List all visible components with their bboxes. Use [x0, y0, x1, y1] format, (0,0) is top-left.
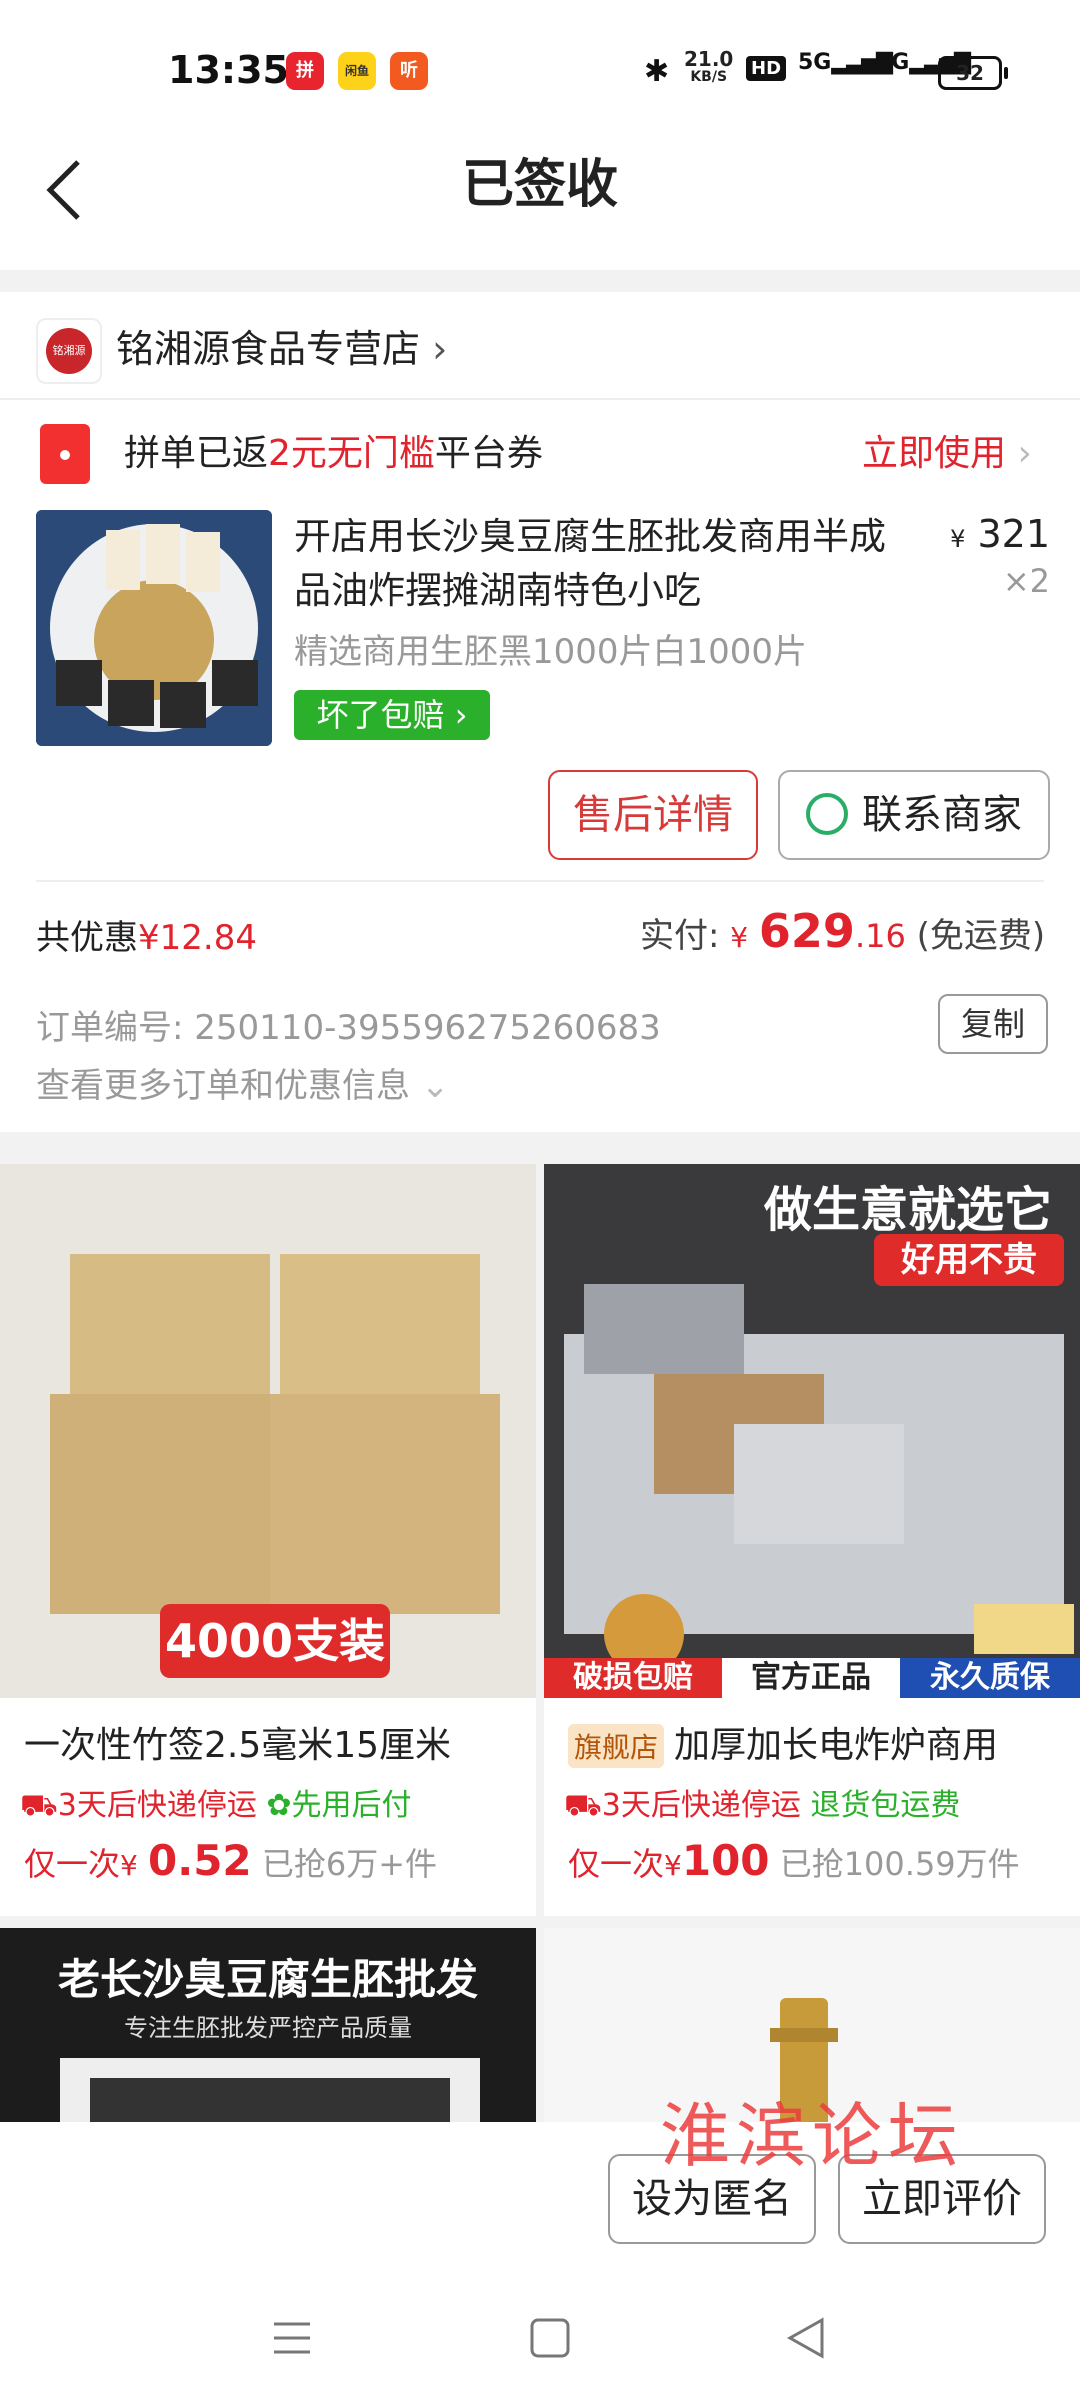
net-speed: 21.0 KB/S: [684, 47, 734, 85]
truck-icon: ⛟: [564, 1788, 602, 1823]
watermark-text: 淮滨论坛: [660, 2095, 964, 2177]
product-image: 做生意就选它 好用不贵 破损包赔 官方正品 永久质保: [544, 1164, 1080, 1698]
recommend-card[interactable]: 做生意就选它 好用不贵 破损包赔 官方正品 永久质保 旗舰店 加厚加长电炸炉商用 …: [544, 1164, 1080, 1916]
paid-amount: 实付: ¥ 629.16 (免运费): [640, 904, 1046, 958]
hd-icon: HD: [746, 56, 787, 81]
listen-app-icon: 听: [390, 52, 428, 90]
product-image[interactable]: [36, 510, 272, 746]
pinduoduo-app-icon: 拼: [286, 52, 324, 90]
shop-name-link[interactable]: 铭湘源食品专营店 ›: [116, 318, 447, 380]
copy-button[interactable]: 复制: [938, 994, 1048, 1054]
coupon-icon: [40, 424, 90, 484]
product-price: ¥ 321: [950, 512, 1050, 556]
guarantee-badge[interactable]: 坏了包赔 ›: [294, 690, 490, 740]
bluetooth-icon: ✱: [644, 54, 670, 89]
chevron-right-icon: ›: [1017, 433, 1032, 474]
more-order-info[interactable]: 查看更多订单和优惠信息 ⌄: [36, 1058, 449, 1107]
contact-seller-button[interactable]: 联系商家: [778, 770, 1050, 860]
page-title: 已签收: [461, 155, 618, 215]
truck-icon: ⛟: [20, 1788, 58, 1823]
shop-logo[interactable]: 铭湘源: [36, 318, 102, 384]
menu-icon[interactable]: [272, 2318, 312, 2362]
back-nav-icon[interactable]: [784, 2316, 828, 2364]
status-time: 13:35: [168, 48, 289, 92]
home-icon[interactable]: [528, 2316, 572, 2364]
xianyu-app-icon: 闲鱼: [338, 52, 376, 90]
order-number: 订单编号: 250110-395596275260683: [36, 1008, 661, 1048]
divider: [0, 398, 1080, 400]
chevron-down-icon: ⌄: [420, 1066, 450, 1106]
product-image: 4000支装: [0, 1164, 536, 1698]
recommend-card[interactable]: 老长沙臭豆腐生胚批发 专注生胚批发严控产品质量: [0, 1928, 536, 2128]
product-qty: ×2: [1002, 562, 1050, 600]
chat-icon: [806, 793, 848, 835]
discount-summary: 共优惠¥12.84: [36, 918, 257, 958]
product-spec: 精选商用生胚黑1000片白1000片: [294, 632, 808, 672]
coupon-text: 拼单已返2元无门槛平台券: [124, 433, 543, 474]
divider: [36, 880, 1044, 882]
check-icon: ✿: [266, 1788, 292, 1823]
product-title[interactable]: 开店用长沙臭豆腐生胚批发商用半成品油炸摆摊湖南特色小吃: [294, 510, 914, 618]
after-sale-button[interactable]: 售后详情: [548, 770, 758, 860]
order-info: [0, 972, 1080, 1132]
chevron-right-icon: ›: [432, 327, 448, 371]
recommend-card[interactable]: 4000支装 一次性竹签2.5毫米15厘米 ⛟3天后快递停运 ✿先用后付 仅一次…: [0, 1164, 536, 1916]
use-coupon-link[interactable]: 立即使用 ›: [862, 424, 1032, 484]
battery-icon: 32: [938, 56, 1008, 90]
